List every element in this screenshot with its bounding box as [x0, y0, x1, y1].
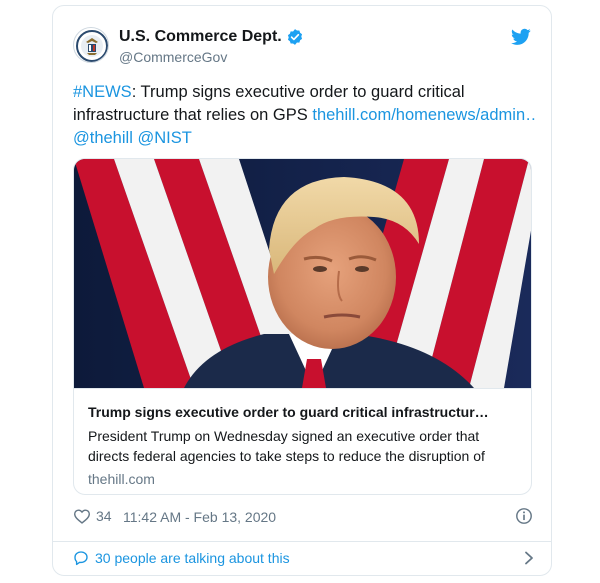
speech-bubble-icon	[74, 551, 88, 566]
display-name[interactable]: U.S. Commerce Dept.	[119, 28, 282, 46]
card-domain: thehill.com	[88, 471, 155, 487]
mention-nist-link[interactable]: @NIST	[137, 129, 191, 147]
card-description: President Trump on Wednesday signed an e…	[88, 426, 518, 466]
chevron-right-icon	[525, 551, 533, 565]
heart-icon	[73, 509, 91, 524]
tweet-meta: 34 11:42 AM - Feb 13, 2020	[73, 506, 535, 528]
verified-badge-icon	[287, 29, 302, 45]
tweet-header: U.S. Commerce Dept. @CommerceGov	[73, 24, 531, 68]
card-description-line: President Trump on Wednesday signed an e…	[88, 428, 480, 444]
like-count: 34	[96, 508, 112, 524]
card-description-line: directs federal agencies to take steps t…	[88, 448, 485, 464]
conversation-link[interactable]: 30 people are talking about this	[73, 545, 535, 571]
tweet-text-line-2: infrastructure that relies on GPS thehil…	[73, 104, 535, 127]
commerce-seal-icon	[75, 29, 108, 62]
info-icon[interactable]	[515, 507, 533, 525]
url-link[interactable]: thehill.com/homenews/admin…	[312, 106, 535, 124]
tweet-text-segment: infrastructure that relies on GPS	[73, 106, 313, 124]
timestamp-link[interactable]: 11:42 AM - Feb 13, 2020	[123, 509, 276, 525]
link-preview-card[interactable]: Trump signs executive order to guard cri…	[73, 158, 532, 495]
card-photo	[74, 159, 531, 388]
card-body: Trump signs executive order to guard cri…	[74, 388, 531, 494]
tweet-text-line-3: @thehill @NIST	[73, 127, 535, 150]
conversation-text: 30 people are talking about this	[95, 550, 290, 566]
footer-divider	[53, 541, 551, 542]
tweet-text-segment: : Trump signs executive order to guard c…	[131, 83, 465, 101]
tweet-text-line-1: #NEWS: Trump signs executive order to gu…	[73, 81, 535, 104]
handle[interactable]: @CommerceGov	[119, 49, 227, 65]
avatar[interactable]	[73, 27, 109, 63]
twitter-bird-icon[interactable]	[511, 28, 531, 46]
hashtag-link[interactable]: #NEWS	[73, 83, 132, 101]
embedded-tweet: U.S. Commerce Dept. @CommerceGov #NEWS: …	[52, 5, 552, 576]
like-button[interactable]: 34	[73, 508, 112, 524]
mention-thehill-link[interactable]: @thehill	[73, 129, 133, 147]
tweet-text: #NEWS: Trump signs executive order to gu…	[73, 81, 535, 150]
card-title[interactable]: Trump signs executive order to guard cri…	[88, 404, 518, 420]
